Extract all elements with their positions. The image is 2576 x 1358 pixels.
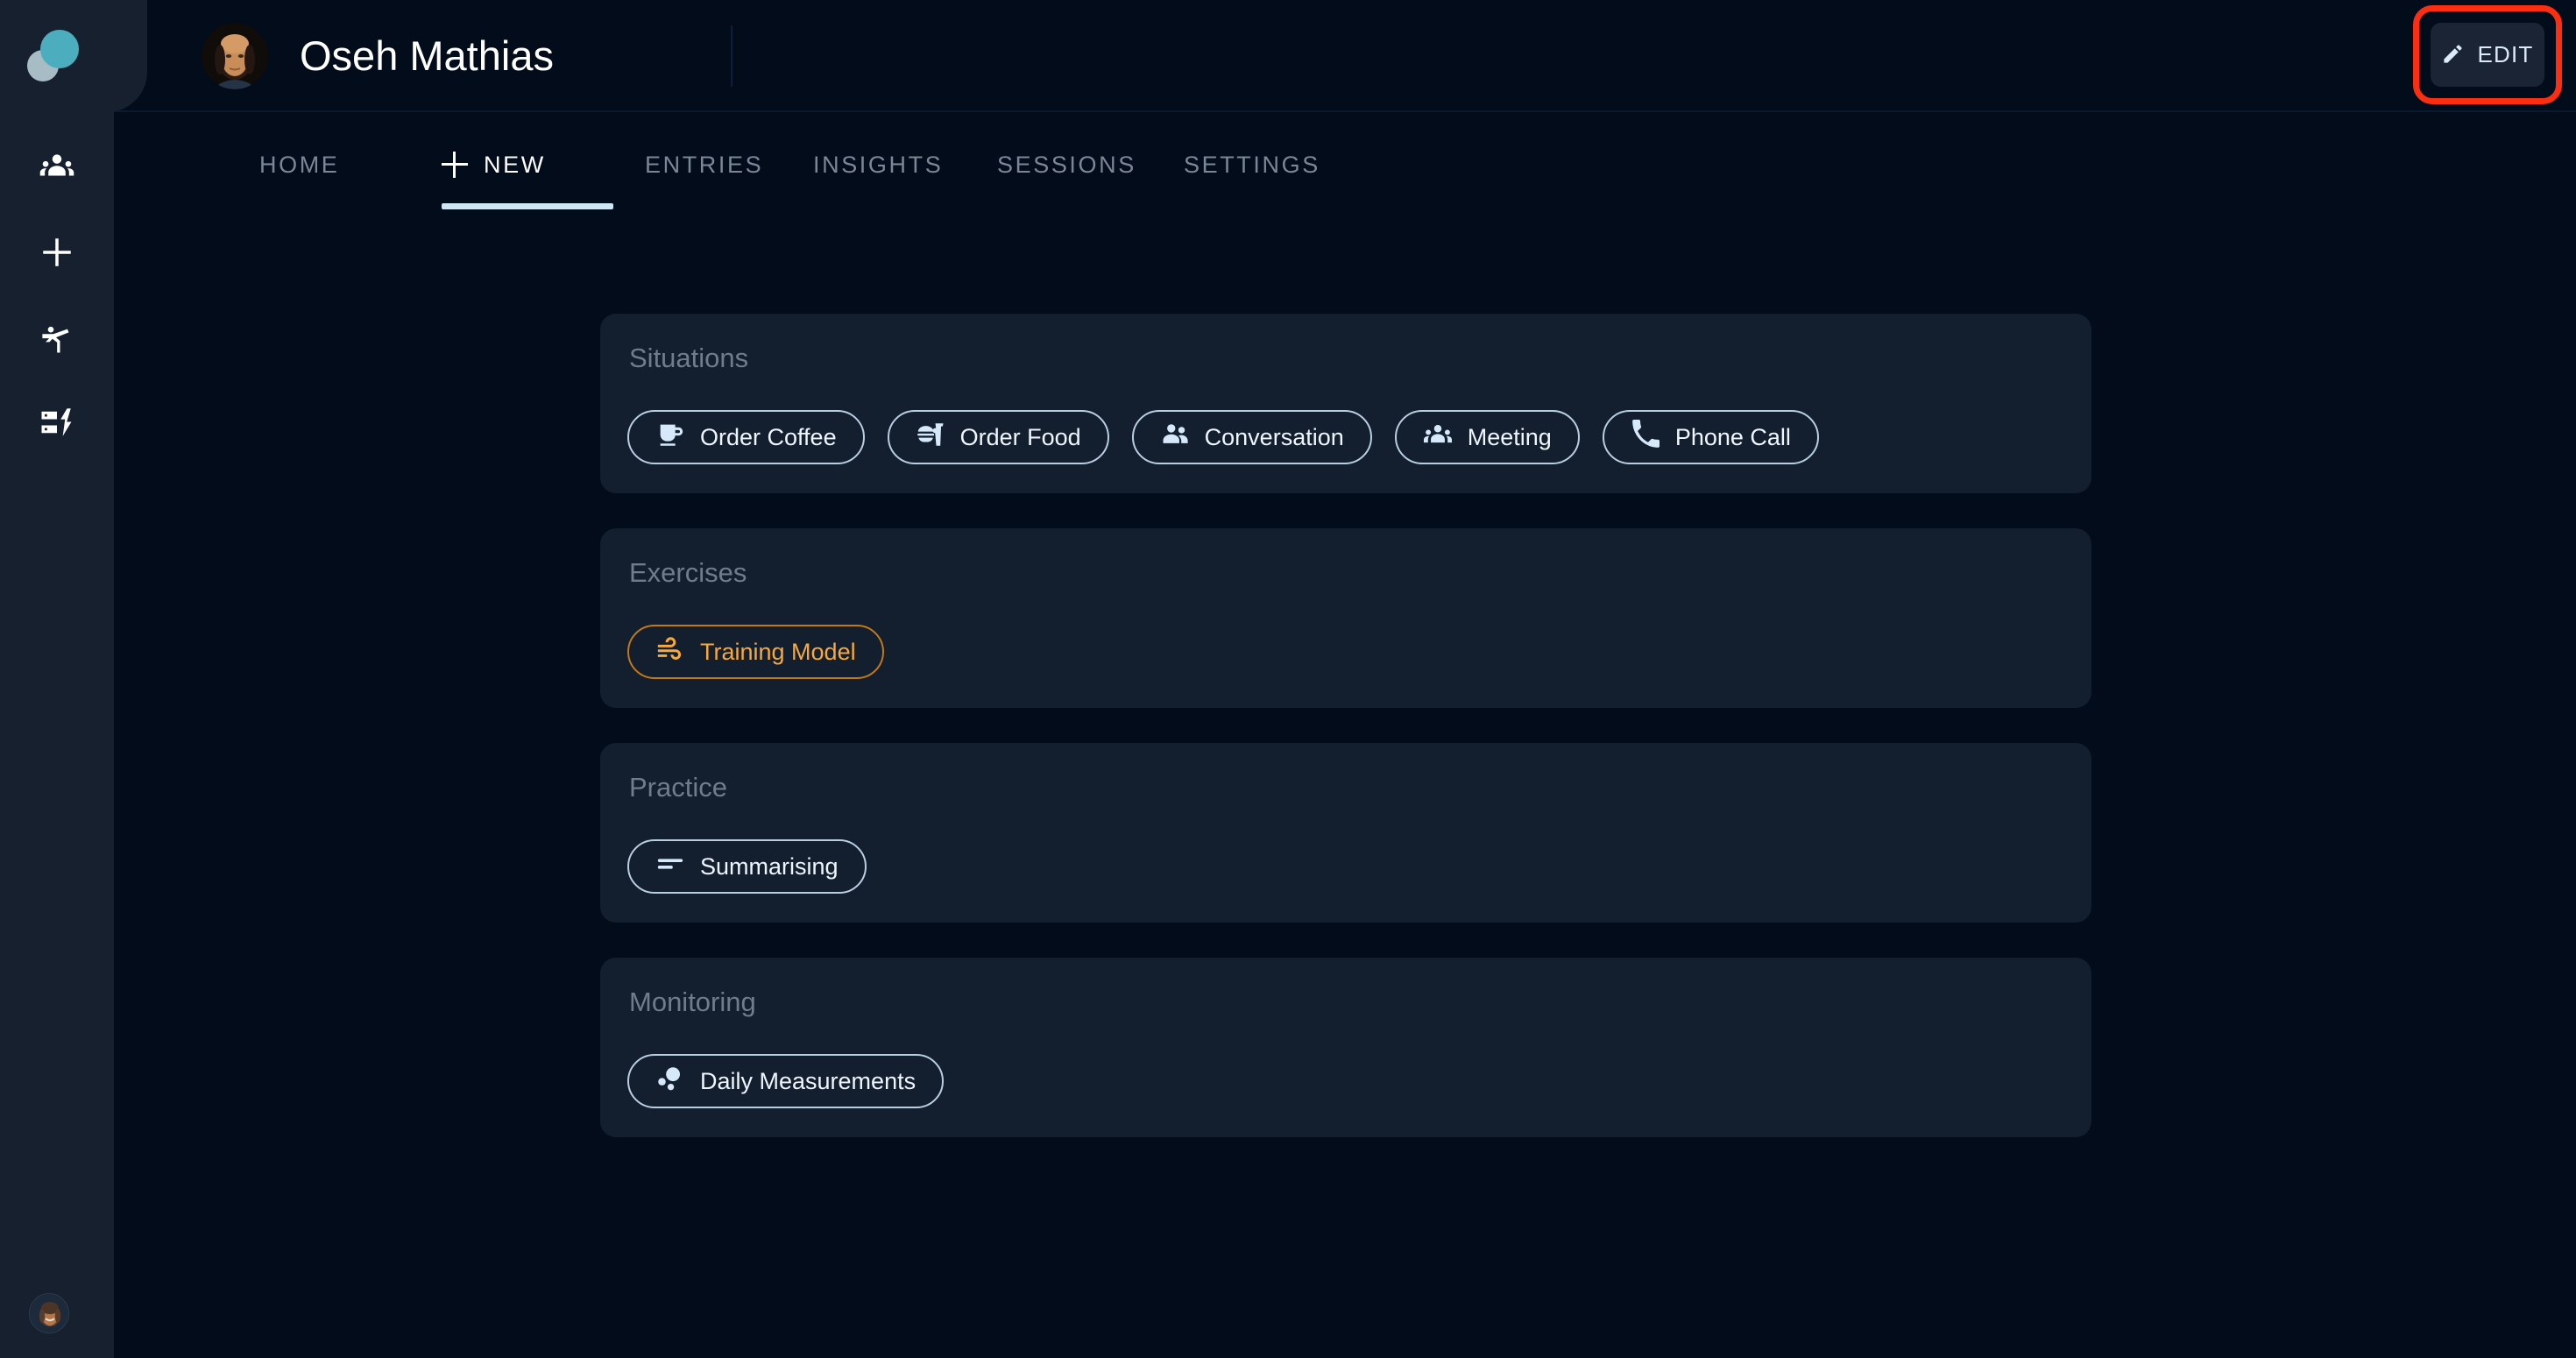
pencil-icon [2441, 42, 2465, 68]
title-divider [731, 25, 732, 87]
short-text-icon [655, 849, 685, 885]
coffee-cup-icon [655, 420, 685, 456]
chip-order-food[interactable]: Order Food [887, 410, 1109, 464]
three-people-icon [1423, 420, 1453, 456]
tab-label: HOME [259, 151, 340, 178]
two-people-icon [1160, 420, 1190, 456]
two-circles-logo[interactable] [26, 28, 81, 82]
chip-label: Summarising [700, 852, 839, 880]
section-card-situations: Situations Order Coffee Order Food Conve… [600, 314, 2091, 493]
chip-training-model[interactable]: Training Model [627, 625, 884, 679]
chip-label: Conversation [1204, 423, 1344, 450]
server-bolt-icon [39, 404, 75, 445]
tab-entries[interactable]: ENTRIES [640, 112, 768, 217]
chip-conversation[interactable]: Conversation [1131, 410, 1372, 464]
chip-label: Order Coffee [700, 423, 837, 450]
sidebar-item-people[interactable] [0, 140, 114, 196]
page-title: Oseh Mathias [300, 32, 554, 79]
section-card-exercises: Exercises Training Model [600, 528, 2091, 708]
section-title: Situations [629, 343, 749, 373]
sidebar-item-data[interactable] [0, 396, 114, 452]
tab-label: NEW [484, 151, 546, 178]
plus-icon [39, 234, 75, 275]
edit-button-label: EDIT [2477, 41, 2534, 67]
tab-home[interactable]: HOME [254, 112, 344, 217]
chip-label: Meeting [1467, 423, 1552, 450]
logo-circle-teal [40, 30, 79, 68]
tab-label: ENTRIES [645, 151, 764, 178]
tab-label: SETTINGS [1184, 151, 1320, 178]
section-title: Monitoring [629, 987, 756, 1017]
phone-icon [1631, 419, 1660, 456]
chip-label: Phone Call [1674, 423, 1791, 450]
left-sidebar [0, 0, 147, 1358]
tab-label: INSIGHTS [813, 151, 944, 178]
chip-row: Training Model [627, 625, 884, 679]
primary-tabs: HOME NEW ENTRIES INSIGHTS SESSIONS SETTI… [114, 112, 2576, 217]
tab-settings[interactable]: SETTINGS [1178, 112, 1326, 217]
edit-button[interactable]: EDIT [2431, 23, 2544, 87]
chip-order-coffee[interactable]: Order Coffee [627, 410, 865, 464]
chip-label: Training Model [700, 638, 856, 665]
wind-icon [655, 634, 685, 670]
chip-row: Order Coffee Order Food Conversation Mee… [627, 410, 1819, 464]
profile-avatar[interactable] [202, 23, 268, 89]
chip-label: Daily Measurements [700, 1067, 916, 1094]
sidebar-item-activity[interactable] [0, 312, 114, 368]
tab-insights[interactable]: INSIGHTS [808, 112, 948, 217]
top-bar: Oseh Mathias EDIT [114, 0, 2576, 112]
tab-label: SESSIONS [997, 151, 1136, 178]
plus-icon [442, 152, 468, 178]
chip-label: Order Food [959, 423, 1081, 450]
section-card-practice: Practice Summarising [600, 743, 2091, 923]
people-group-icon [39, 148, 75, 189]
account-avatar[interactable] [29, 1293, 69, 1333]
sidebar-header [0, 0, 147, 112]
chip-daily-measurements[interactable]: Daily Measurements [627, 1054, 945, 1108]
person-activity-icon [39, 320, 75, 361]
chip-row: Summarising [627, 839, 867, 894]
chip-row: Daily Measurements [627, 1054, 945, 1108]
section-card-monitoring: Monitoring Daily Measurements [600, 958, 2091, 1137]
sidebar-item-add[interactable] [0, 226, 114, 282]
chip-summarising[interactable]: Summarising [627, 839, 867, 894]
section-title: Exercises [629, 557, 747, 588]
tab-new[interactable]: NEW [436, 112, 551, 217]
tab-sessions[interactable]: SESSIONS [992, 112, 1142, 217]
chip-phone-call[interactable]: Phone Call [1602, 410, 1819, 464]
fast-food-icon [916, 420, 945, 456]
bubble-chart-icon [655, 1064, 685, 1100]
content-area: Situations Order Coffee Order Food Conve… [114, 217, 2576, 1358]
section-title: Practice [629, 772, 727, 803]
chip-meeting[interactable]: Meeting [1394, 410, 1580, 464]
active-tab-underline [442, 203, 613, 209]
